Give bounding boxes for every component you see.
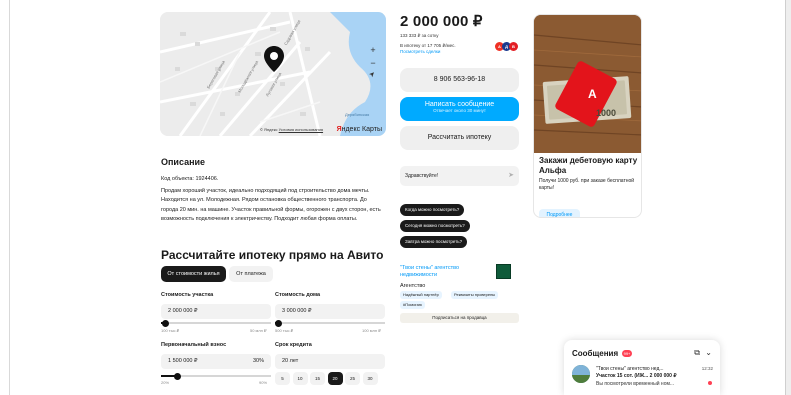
map-attribution: © Яндекс Условия использования xyxy=(260,127,323,132)
term-input[interactable]: 20 лет xyxy=(275,354,385,369)
down-payment-percent: 30% xyxy=(252,358,264,364)
unread-dot xyxy=(708,381,712,385)
map-canvas xyxy=(160,12,386,136)
house-max: 100 млн ₽ xyxy=(362,328,381,333)
unread-count-badge: 99+ xyxy=(622,350,632,357)
down-payment-value: 1 500 000 ₽ xyxy=(168,358,198,364)
badge-helping: #Помогаю xyxy=(400,301,425,309)
chat-input[interactable]: Здравствуйте! ➤ xyxy=(400,166,519,186)
down-payment-label: Первоначальный взнос xyxy=(161,342,227,348)
term-option[interactable]: 20 xyxy=(327,372,343,385)
badge-verified: Реквизиты проверены xyxy=(451,291,499,299)
vtb-bank-icon: В xyxy=(509,42,518,51)
badge-partner: Надёжный партнёр xyxy=(400,291,442,299)
quick-reply[interactable]: Сегодня можно посмотреть? xyxy=(400,220,470,232)
logo-rest: ндекс Карты xyxy=(341,126,382,133)
scrollbar[interactable] xyxy=(785,0,791,395)
down-min: 20% xyxy=(161,380,170,385)
ad-more-button[interactable]: Подробнее xyxy=(539,209,580,217)
house-price-label: Стоимость дома xyxy=(275,292,321,298)
show-phone-button[interactable]: 8 906 563-96-18 xyxy=(400,68,519,92)
avatar-image xyxy=(572,365,590,383)
down-slider-handle[interactable] xyxy=(174,372,181,380)
ad-illustration xyxy=(534,15,641,153)
term-option[interactable]: 5 xyxy=(275,372,290,385)
term-option[interactable]: 15 xyxy=(310,372,325,385)
land-slider-track[interactable] xyxy=(161,322,271,324)
house-slider-track[interactable] xyxy=(275,322,385,324)
send-icon[interactable]: ➤ xyxy=(508,166,514,186)
tab-by-price[interactable]: От стоимости жилья xyxy=(161,266,226,282)
quick-reply[interactable]: Когда можно посмотреть? xyxy=(400,204,465,216)
description-title: Описание xyxy=(161,157,206,167)
house-min: 500 тыс.₽ xyxy=(275,328,294,333)
term-option[interactable]: 25 xyxy=(345,372,360,385)
term-options: 5 10 15 20 25 30 xyxy=(275,372,385,385)
ad-subtitle: Получи 1000 руб. при заказе бесплатной к… xyxy=(539,178,635,191)
terms-link[interactable]: Условия использования xyxy=(279,127,323,132)
down-payment-input[interactable]: 1 500 000 ₽ 30% xyxy=(161,354,271,369)
description-text: Продам хороший участок, идеально подходя… xyxy=(161,188,381,222)
land-min: 100 тыс.₽ xyxy=(161,328,180,333)
attribution-prefix: © Яндекс xyxy=(260,127,278,132)
place-label: Дерябинская xyxy=(345,112,370,117)
chevron-down-icon[interactable]: ⌄ xyxy=(705,348,712,357)
card-letter: A xyxy=(588,87,597,101)
message-subject: Участок 15 сот. (ИЖ... 2 000 000 ₽ xyxy=(596,373,677,379)
banknote-value: 1000 xyxy=(596,108,617,118)
seller-name-link[interactable]: "Твои стены" агентство недвижимости xyxy=(400,265,485,279)
response-time: Отвечает около 30 минут xyxy=(433,108,486,113)
left-border xyxy=(9,0,10,395)
calc-mortgage-button[interactable]: Рассчитать ипотеку xyxy=(400,126,519,150)
avatar xyxy=(572,365,590,383)
subscribe-button[interactable]: Подписаться на продавца xyxy=(400,313,519,323)
land-price-label: Стоимость участка xyxy=(161,292,214,298)
zoom-out-button[interactable]: − xyxy=(368,58,378,68)
message-preview: Вы посмотрели временный ном... xyxy=(596,381,675,387)
messages-title: Сообщения xyxy=(572,349,619,358)
house-price-input[interactable]: 3 000 000 ₽ xyxy=(275,304,385,319)
yandex-maps-logo[interactable]: Яндекс Карты xyxy=(337,126,382,133)
ad-card[interactable]: 1000 A Закажи дебетовую карту Альфа Полу… xyxy=(533,14,642,218)
message-time: 12:32 xyxy=(701,366,713,371)
price-per-sotka: 133 333 ₽ за сотку xyxy=(400,33,439,38)
messages-widget[interactable]: Сообщения 99+ ⧉ ⌄ "Твои стены" агентство… xyxy=(564,340,720,395)
ad-title: Закажи дебетовую карту Альфа xyxy=(539,156,638,175)
land-max: 50 млн ₽ xyxy=(250,328,267,333)
term-label: Срок кредита xyxy=(275,342,312,348)
chat-greeting: Здравствуйте! xyxy=(405,173,439,179)
price: 2 000 000 ₽ xyxy=(400,13,483,30)
object-code: Код объекта: 1924406. xyxy=(161,176,219,182)
map-pin-icon[interactable] xyxy=(264,46,284,74)
quick-reply[interactable]: Завтра можно посмотреть? xyxy=(400,236,468,248)
expand-icon[interactable]: ⧉ xyxy=(694,348,700,358)
term-option[interactable]: 30 xyxy=(362,372,378,385)
write-message-label: Написать сообщение xyxy=(424,101,495,108)
mortgage-title: Рассчитайте ипотеку прямо на Авито xyxy=(161,248,384,262)
location-map[interactable]: Садовая улица Молодёжная улица Береговая… xyxy=(160,12,386,136)
land-slider-handle[interactable] xyxy=(161,319,169,327)
term-option[interactable]: 10 xyxy=(292,372,308,385)
zoom-in-button[interactable]: + xyxy=(368,45,378,55)
write-message-button[interactable]: Написать сообщение Отвечает около 30 мин… xyxy=(400,97,519,121)
seller-logo[interactable] xyxy=(496,264,511,279)
seller-type: Агентство xyxy=(400,283,426,289)
ad-image: 1000 A xyxy=(534,15,641,153)
offers-link[interactable]: Посмотреть сделки xyxy=(400,49,440,54)
house-slider-handle[interactable] xyxy=(274,319,282,327)
land-price-input[interactable]: 2 000 000 ₽ xyxy=(161,304,271,319)
message-sender: "Твои стены" агентство нед... xyxy=(596,366,664,372)
down-max: 90% xyxy=(259,380,268,385)
tab-by-payment[interactable]: От платежа xyxy=(229,266,273,282)
bank-icons: А Д В xyxy=(495,42,518,51)
